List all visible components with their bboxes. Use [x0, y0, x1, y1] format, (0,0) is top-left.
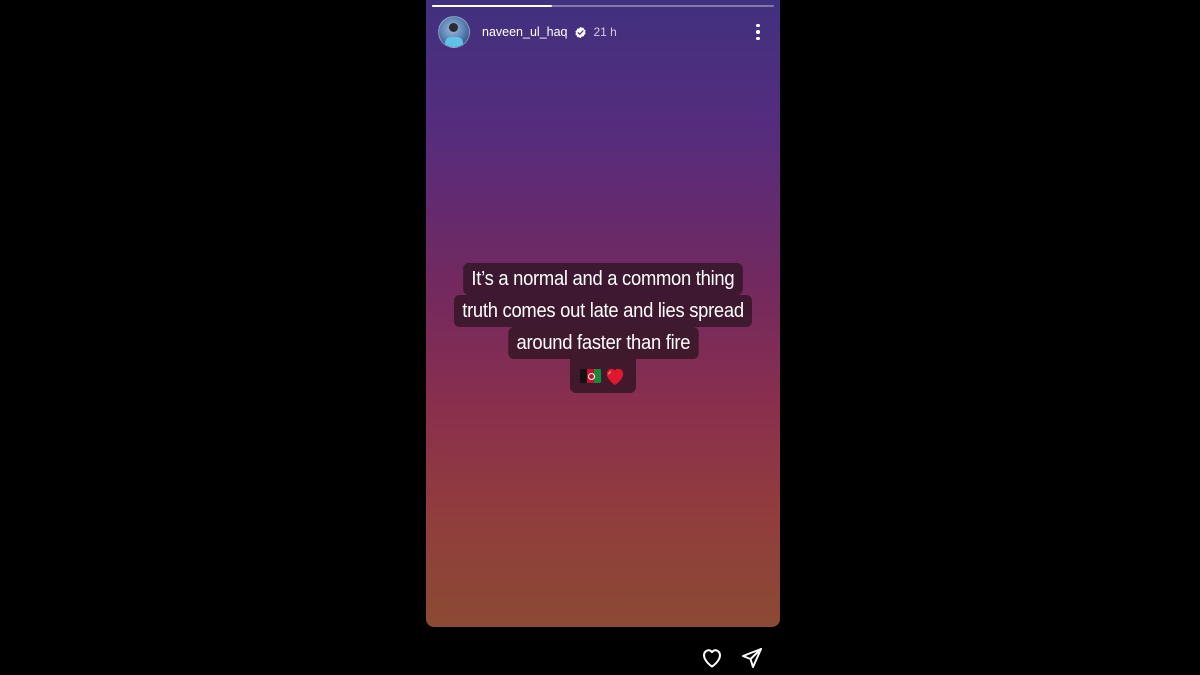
red-heart-icon: [606, 368, 624, 386]
avatar[interactable]: [438, 16, 470, 48]
story-caption: It’s a normal and a common thing truth c…: [426, 263, 780, 393]
send-icon[interactable]: [740, 646, 764, 670]
post-time: 21 h: [593, 25, 617, 39]
caption-line: truth comes out late and lies spread: [453, 295, 753, 327]
story-header: naveen_ul_haq 21 h: [438, 15, 768, 49]
afghanistan-flag-icon: [580, 369, 601, 383]
story-progress-bar: [432, 5, 774, 7]
viewer-stage: naveen_ul_haq 21 h It’s a normal and a c…: [0, 0, 1200, 675]
story-progress-fill: [432, 5, 552, 7]
avatar-shirt: [445, 37, 463, 47]
more-options-icon[interactable]: [748, 20, 768, 44]
avatar-head: [449, 23, 458, 32]
caption-line: around faster than fire: [507, 327, 699, 359]
heart-outline-icon[interactable]: [700, 646, 724, 670]
caption-emoji-row: [570, 359, 636, 393]
story-actions: [700, 646, 764, 670]
username[interactable]: naveen_ul_haq: [482, 25, 568, 39]
verified-badge-icon: [574, 26, 586, 38]
caption-line: It’s a normal and a common thing: [463, 263, 743, 295]
story-card[interactable]: naveen_ul_haq 21 h It’s a normal and a c…: [426, 0, 780, 627]
